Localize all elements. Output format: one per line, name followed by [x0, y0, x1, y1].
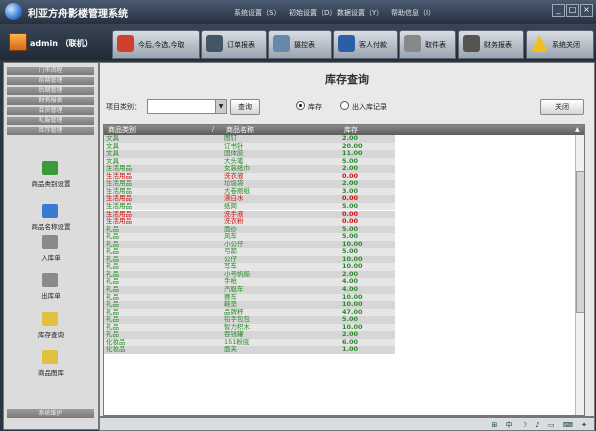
toolbar-order-report-button[interactable]: 订单报表 — [201, 30, 267, 59]
table-row[interactable]: 化妆品 面夹 1.00 — [104, 346, 395, 354]
sidebar: 门市流程 前期管理 后期管理 财务报表 会员管理 礼服管理 库存管理 商品类别设… — [3, 62, 99, 430]
maximize-button[interactable]: □ — [566, 4, 579, 17]
sort-icon[interactable]: / — [212, 125, 214, 135]
toolbar-order-report-label: 订单报表 — [227, 41, 255, 49]
menu-initial-settings[interactable]: 初始设置（D） — [289, 8, 336, 18]
close-window-button[interactable]: × — [580, 4, 593, 17]
user-icon — [9, 33, 27, 51]
type-label: 项目类别： — [106, 103, 141, 111]
tool-stock-out[interactable]: 出库单 — [4, 273, 98, 305]
main-panel: 库存查询 项目类别： ▼ 查询 库存 出入库记录 关闭 商品类别 / 商品名称 … — [99, 62, 595, 417]
tool-goods-name-label: 商品名称设置 — [31, 223, 71, 231]
title-bar: 利亚方舟影楼管理系统 系统设置（S） 初始设置（D） 数据设置（Y） 帮助信息（… — [0, 0, 596, 24]
toolbar-pickup-label: 取件表 — [425, 41, 446, 49]
tool-gallery[interactable]: 商品图库 — [4, 350, 98, 382]
toolbar-finance-button[interactable]: 财务报表 — [458, 30, 524, 59]
toolbar-pickup-button[interactable]: 取件表 — [399, 30, 456, 59]
chevron-down-icon[interactable]: ▼ — [215, 100, 226, 113]
app-logo-icon — [5, 3, 22, 20]
nav-system-maintenance[interactable]: 系统维护 — [7, 409, 94, 418]
toolbar-finance-label: 财务报表 — [484, 41, 512, 49]
menu-help[interactable]: 帮助信息（I） — [391, 8, 435, 18]
stock-query-icon — [42, 312, 58, 326]
warning-icon — [531, 35, 548, 52]
radio-records-dot[interactable] — [340, 101, 349, 110]
tool-gallery-label: 商品图库 — [38, 369, 64, 377]
nav-post-management[interactable]: 后期管理 — [7, 87, 94, 95]
page-title: 库存查询 — [325, 73, 369, 86]
category-select[interactable]: ▼ — [147, 99, 227, 114]
toolbar-payment-label: 客人付款 — [359, 41, 387, 49]
finance-icon — [463, 35, 480, 52]
stock-out-icon — [42, 273, 58, 287]
system-tray: ⊞ 中 ☽ ♪ ▭ ⌨ ✦ — [491, 421, 590, 429]
toolbar-shooting-label: 摄控表 — [294, 41, 315, 49]
cell-stock: 1.00 — [342, 345, 359, 354]
toolbar-close-system-label: 系统关闭 — [552, 41, 580, 49]
shooting-icon — [273, 35, 290, 52]
toolbar-today-label: 今后,今选,今取 — [138, 41, 185, 49]
radio-stock[interactable]: 库存 — [296, 101, 322, 112]
radio-stock-label: 库存 — [308, 103, 322, 111]
tool-category-settings[interactable]: 商品类别设置 — [4, 161, 98, 193]
inventory-table: 商品类别 / 商品名称 库存 ▲ 文具 图钉 2.00 文具 订书针 20.00 文具 固体胶… — [103, 124, 585, 416]
toolbar: admin （联机） 今后,今选,今取 订单报表 摄控表 客人付款 取件表 财务… — [0, 24, 596, 60]
tool-stock-in-label: 入库单 — [41, 254, 61, 262]
stock-in-icon — [42, 235, 58, 249]
user-label: admin （联机） — [30, 39, 93, 48]
cell-category: 化妆品 — [106, 345, 126, 354]
radio-records-label: 出入库记录 — [352, 103, 387, 111]
radio-stock-dot[interactable] — [296, 101, 305, 110]
menu-system-settings[interactable]: 系统设置（S） — [234, 8, 280, 18]
pickup-icon — [404, 35, 421, 52]
payment-icon — [338, 35, 355, 52]
toolbar-payment-button[interactable]: 客人付款 — [333, 30, 398, 59]
toolbar-today-button[interactable]: 今后,今选,今取 — [112, 30, 200, 59]
tool-stock-out-label: 出库单 — [41, 292, 61, 300]
vertical-scrollbar[interactable] — [575, 135, 584, 415]
nav-pre-management[interactable]: 前期管理 — [7, 77, 94, 85]
tool-stock-query[interactable]: 库存查询 — [4, 312, 98, 344]
tool-stock-query-label: 库存查询 — [38, 331, 64, 339]
scrollbar-thumb[interactable] — [576, 171, 584, 313]
minimize-button[interactable]: _ — [552, 4, 565, 17]
gallery-icon — [42, 350, 58, 364]
app-title: 利亚方舟影楼管理系统 — [28, 9, 128, 20]
nav-inventory[interactable]: 库存管理 — [7, 127, 94, 135]
app-window: 利亚方舟影楼管理系统 系统设置（S） 初始设置（D） 数据设置（Y） 帮助信息（… — [0, 0, 596, 431]
close-button[interactable]: 关闭 — [540, 99, 584, 115]
order-report-icon — [206, 35, 223, 52]
cell-name: 面夹 — [224, 345, 237, 354]
nav-storefront[interactable]: 门市流程 — [7, 67, 94, 75]
toolbar-shooting-button[interactable]: 摄控表 — [268, 30, 332, 59]
radio-records[interactable]: 出入库记录 — [340, 101, 387, 112]
today-icon — [117, 35, 134, 52]
nav-gown[interactable]: 礼服管理 — [7, 117, 94, 125]
nav-member[interactable]: 会员管理 — [7, 107, 94, 115]
nav-finance[interactable]: 财务报表 — [7, 97, 94, 105]
tool-stock-in[interactable]: 入库单 — [4, 235, 98, 267]
goods-name-icon — [42, 204, 58, 218]
category-icon — [42, 161, 58, 175]
status-bar: ⊞ 中 ☽ ♪ ▭ ⌨ ✦ — [99, 417, 595, 431]
toolbar-close-system-button[interactable]: 系统关闭 — [526, 30, 594, 59]
tool-category-settings-label: 商品类别设置 — [31, 180, 71, 188]
scroll-up-icon[interactable]: ▲ — [575, 125, 580, 135]
tool-goods-name-settings[interactable]: 商品名称设置 — [4, 204, 98, 236]
query-button[interactable]: 查询 — [230, 99, 260, 115]
menu-data-settings[interactable]: 数据设置（Y） — [337, 8, 383, 18]
